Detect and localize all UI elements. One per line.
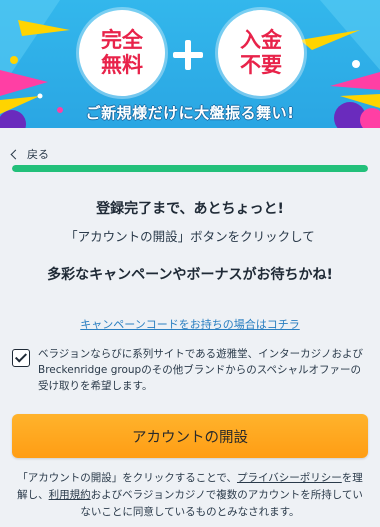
banner-tagline: ご新規様だけに大盤振る舞い! [85,104,295,122]
terms-link[interactable]: 利用規約 [49,489,91,501]
promo-banner: 完全 無料 入金 不要 ご新規様だけに大盤振る舞い! [0,0,380,128]
legal-notice: 「アカウントの開設」をクリックすることで、プライバシーポリシーを理解し、利用規約… [12,470,368,521]
checkmark-icon [14,350,28,363]
plus-icon [171,38,205,72]
no-deposit-badge-text: 入金 不要 [240,28,282,77]
no-deposit-badge: 入金 不要 [218,10,304,96]
promo-heading: 多彩なキャンペーンやボーナスがお待ちかね! [47,267,333,283]
marketing-consent-text: ベラジョンならびに系列サイトである遊雅堂、インターカジノおよびBreckenri… [38,348,363,392]
page-subtext: 「アカウントの開設」ボタンをクリックして [65,229,315,244]
promo-code-link[interactable]: キャンペーンコードをお持ちの場合はコチラ [0,316,380,332]
marketing-consent-checkbox[interactable] [12,349,30,367]
legal-text-3: およびベラジョンカジノで複数のアカウントを所持していないことに同意しているものと… [80,489,363,518]
chevron-left-icon [10,149,21,160]
privacy-policy-link[interactable]: プライバシーポリシー [237,472,342,484]
back-button[interactable]: 戻る [10,146,49,162]
registration-progress-bar [12,165,368,172]
open-account-button[interactable]: アカウントの開設 [12,414,368,458]
marketing-consent: ベラジョンならびに系列サイトである遊雅堂、インターカジノおよびBreckenri… [12,346,368,394]
free-badge-text: 完全 無料 [101,28,143,77]
free-badge: 完全 無料 [79,10,165,96]
legal-text-1: 「アカウントの開設」をクリックすることで、 [17,472,237,484]
progress-fill [12,165,368,172]
page-heading: 登録完了まで、あとちょっと! [96,201,284,217]
back-label: 戻る [27,148,49,161]
